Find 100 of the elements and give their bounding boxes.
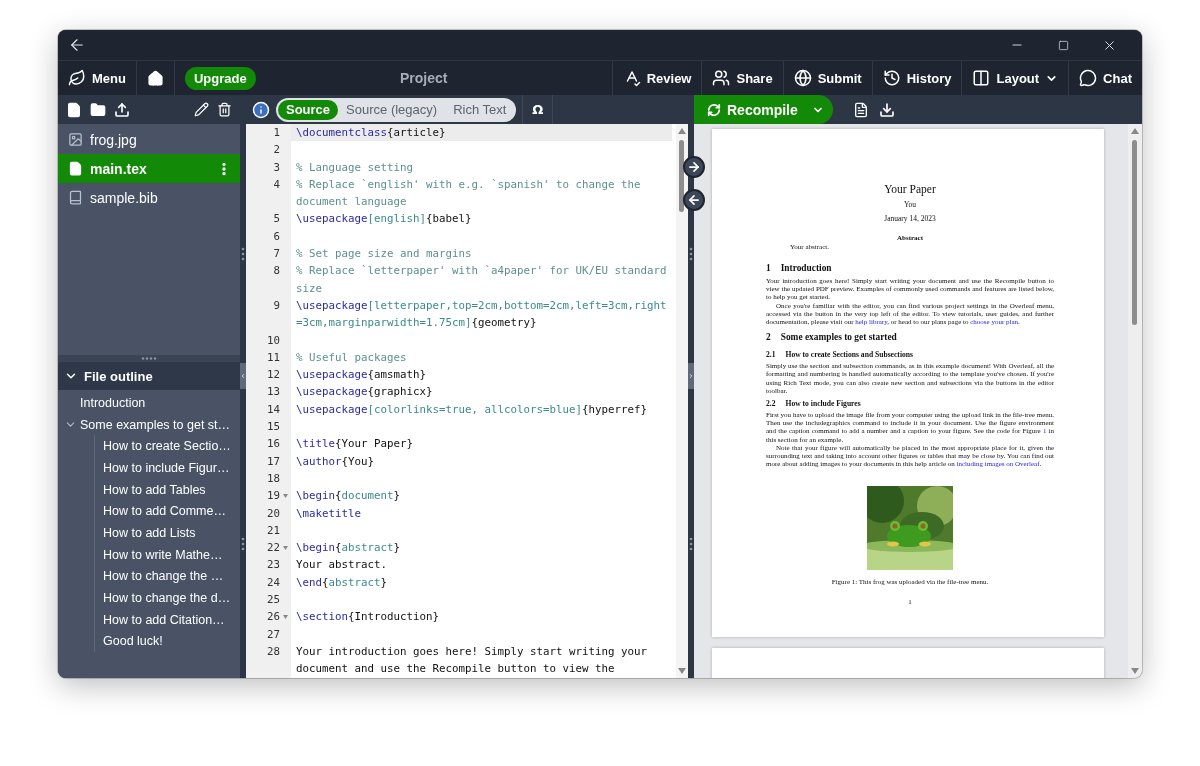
line-number: 24 [267,574,280,591]
scrollbar[interactable] [1128,124,1142,678]
info-icon[interactable] [252,100,270,119]
scroll-up-icon[interactable] [678,128,686,134]
editor-mode-tab[interactable]: Rich Text [445,99,515,120]
section-number: 1 [766,263,771,273]
code-line: \section{Introduction} [295,609,441,626]
file-tree-item[interactable]: main.tex [58,154,240,183]
line-number: 4 [273,176,280,193]
outline-item[interactable]: How to add Citation… [95,608,240,631]
line-number: 23 [267,557,280,574]
document-icon[interactable] [852,101,869,118]
outline-item[interactable]: Introduction [58,392,240,414]
paper-title: Your Paper [883,183,937,195]
code-line: Your introduction goes here! Simply start writing your document and use the Recompile button to view the [295,643,648,678]
new-folder-icon[interactable] [90,101,106,118]
line-number: 17 [267,453,280,470]
leaf-logo-icon [68,69,86,87]
menu-button[interactable]: Menu [58,61,136,95]
outline-item[interactable]: How to create Sectio… [95,435,240,458]
scroll-up-icon[interactable] [1131,128,1139,134]
upload-icon[interactable] [114,101,130,118]
code-line: \usepackage[english]{babel} [295,211,473,228]
resize-grip-icon[interactable] [241,537,245,551]
code-line: \author{You} [295,453,376,470]
outline-item[interactable]: How to add Tables [95,478,240,501]
line-number: 28 [267,643,280,660]
resize-grip-icon[interactable] [241,247,245,261]
chevron-left-icon [240,372,246,380]
code-line: \begin{abstract} [295,540,402,557]
line-number: 14 [267,401,280,418]
new-file-icon[interactable] [66,101,82,118]
line-number: 18 [267,470,280,487]
code-line: \usepackage[letterpaper,top=2cm,bottom=2cm,left=3cm,right=3cm,marginparwidth=1.75cm]{geometry} [295,297,668,332]
download-icon[interactable] [878,101,895,118]
line-number: 3 [273,159,280,176]
code-line: \usepackage{amsmath} [295,367,428,384]
line-number: 26 [267,609,280,626]
code-line: \end{abstract} [295,574,389,591]
outline-item[interactable]: How to change the d… [95,587,240,609]
maximize-icon[interactable] [1057,39,1069,51]
line-number: 22 [267,540,280,557]
line-number: 9 [273,297,280,314]
outline-header[interactable]: File outline [58,362,240,390]
line-number: 19 [267,488,280,505]
history-icon [882,69,901,87]
rename-icon[interactable] [194,102,209,117]
resize-handle-icon[interactable] [141,357,157,360]
outline-item[interactable]: Some examples to get st… [58,413,240,436]
file-tree-item[interactable]: sample.bib [58,183,240,212]
line-number: 6 [273,228,280,245]
line-number: 16 [267,436,280,453]
refresh-icon [707,102,721,117]
outline-item[interactable]: How to add Lists [95,522,240,544]
users-icon [712,69,731,87]
home-icon [146,69,164,87]
fold-icon[interactable] [283,615,288,620]
outline-item[interactable]: How to change the … [95,565,240,588]
line-number: 21 [267,522,280,539]
line-number: 20 [267,505,280,522]
arrow-right-icon [687,160,701,174]
code-line: % Set page size and margins [295,246,473,263]
scroll-down-icon[interactable] [1131,668,1139,674]
code-line: \usepackage[colorlinks=true, allcolors=blue]{hyperref} [295,401,649,418]
file-icon [68,161,83,176]
back-icon[interactable] [68,36,86,54]
code-line: \usepackage{graphicx} [295,384,434,401]
line-number: 12 [267,367,280,384]
code-line: % Useful packages [295,349,408,366]
line-number: 5 [273,211,280,228]
collapse-tab[interactable] [688,363,694,389]
code-line: \maketitle [295,505,362,522]
outline-item[interactable]: How to add Comme… [95,500,240,523]
outline-item[interactable]: How to write Mathe… [95,543,240,566]
code-line: \title{Your Paper} [295,436,415,453]
line-number: 13 [267,384,280,401]
delete-icon[interactable] [217,102,232,117]
upgrade-button[interactable]: Upgrade [184,66,256,90]
outline-item[interactable]: How to include Figur… [95,457,240,479]
fold-icon[interactable] [283,546,288,551]
scrollbar[interactable] [676,124,688,678]
line-number: 27 [267,626,280,643]
editor-mode-tab[interactable]: Source [278,99,339,120]
editor-mode-tab[interactable]: Source (legacy) [338,99,446,120]
code-line: % Replace `english' with e.g. `spanish' to change the document language [295,176,642,211]
resize-grip-icon[interactable] [689,247,693,261]
fold-icon[interactable] [283,494,288,499]
recompile-button[interactable]: Recompile [694,95,833,124]
code-line: \begin{document} [295,488,402,505]
scroll-down-icon[interactable] [678,668,686,674]
file-tree-item[interactable]: frog.jpg [58,125,240,154]
line-number: 2 [273,142,280,159]
code-line: Your abstract. [295,557,388,574]
collapse-tab[interactable] [240,363,246,389]
outline-item[interactable]: Good luck! [95,630,240,653]
resize-grip-icon[interactable] [689,537,693,551]
columns-icon [972,69,991,87]
line-number: 25 [267,592,280,608]
line-number: 15 [267,419,280,436]
project-title: Project [399,70,448,86]
